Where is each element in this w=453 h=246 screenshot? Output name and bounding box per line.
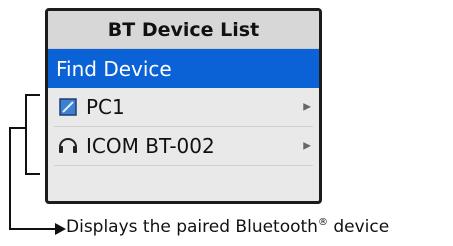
caption-main: Displays the paired Bluetooth	[66, 217, 318, 237]
find-device-item[interactable]: Find Device	[48, 49, 319, 88]
registered-mark: ®	[317, 217, 328, 228]
screen-title: BT Device List	[48, 11, 319, 49]
device-label-pc1: PC1	[86, 95, 125, 119]
chevron-right-icon: ▶	[303, 101, 311, 113]
device-item-icom[interactable]: ICOM BT-002 ▶	[48, 127, 319, 165]
device-label-icom: ICOM BT-002	[86, 134, 215, 158]
device-item-pc1[interactable]: PC1 ▶	[48, 88, 319, 126]
caption-end: device	[327, 217, 390, 237]
caption-text: Displays the paired Bluetooth® device	[66, 217, 389, 237]
device-screen: BT Device List Find Device PC1 ▶ ICOM BT…	[45, 8, 322, 204]
divider	[54, 165, 313, 166]
chevron-right-icon: ▶	[303, 140, 311, 152]
